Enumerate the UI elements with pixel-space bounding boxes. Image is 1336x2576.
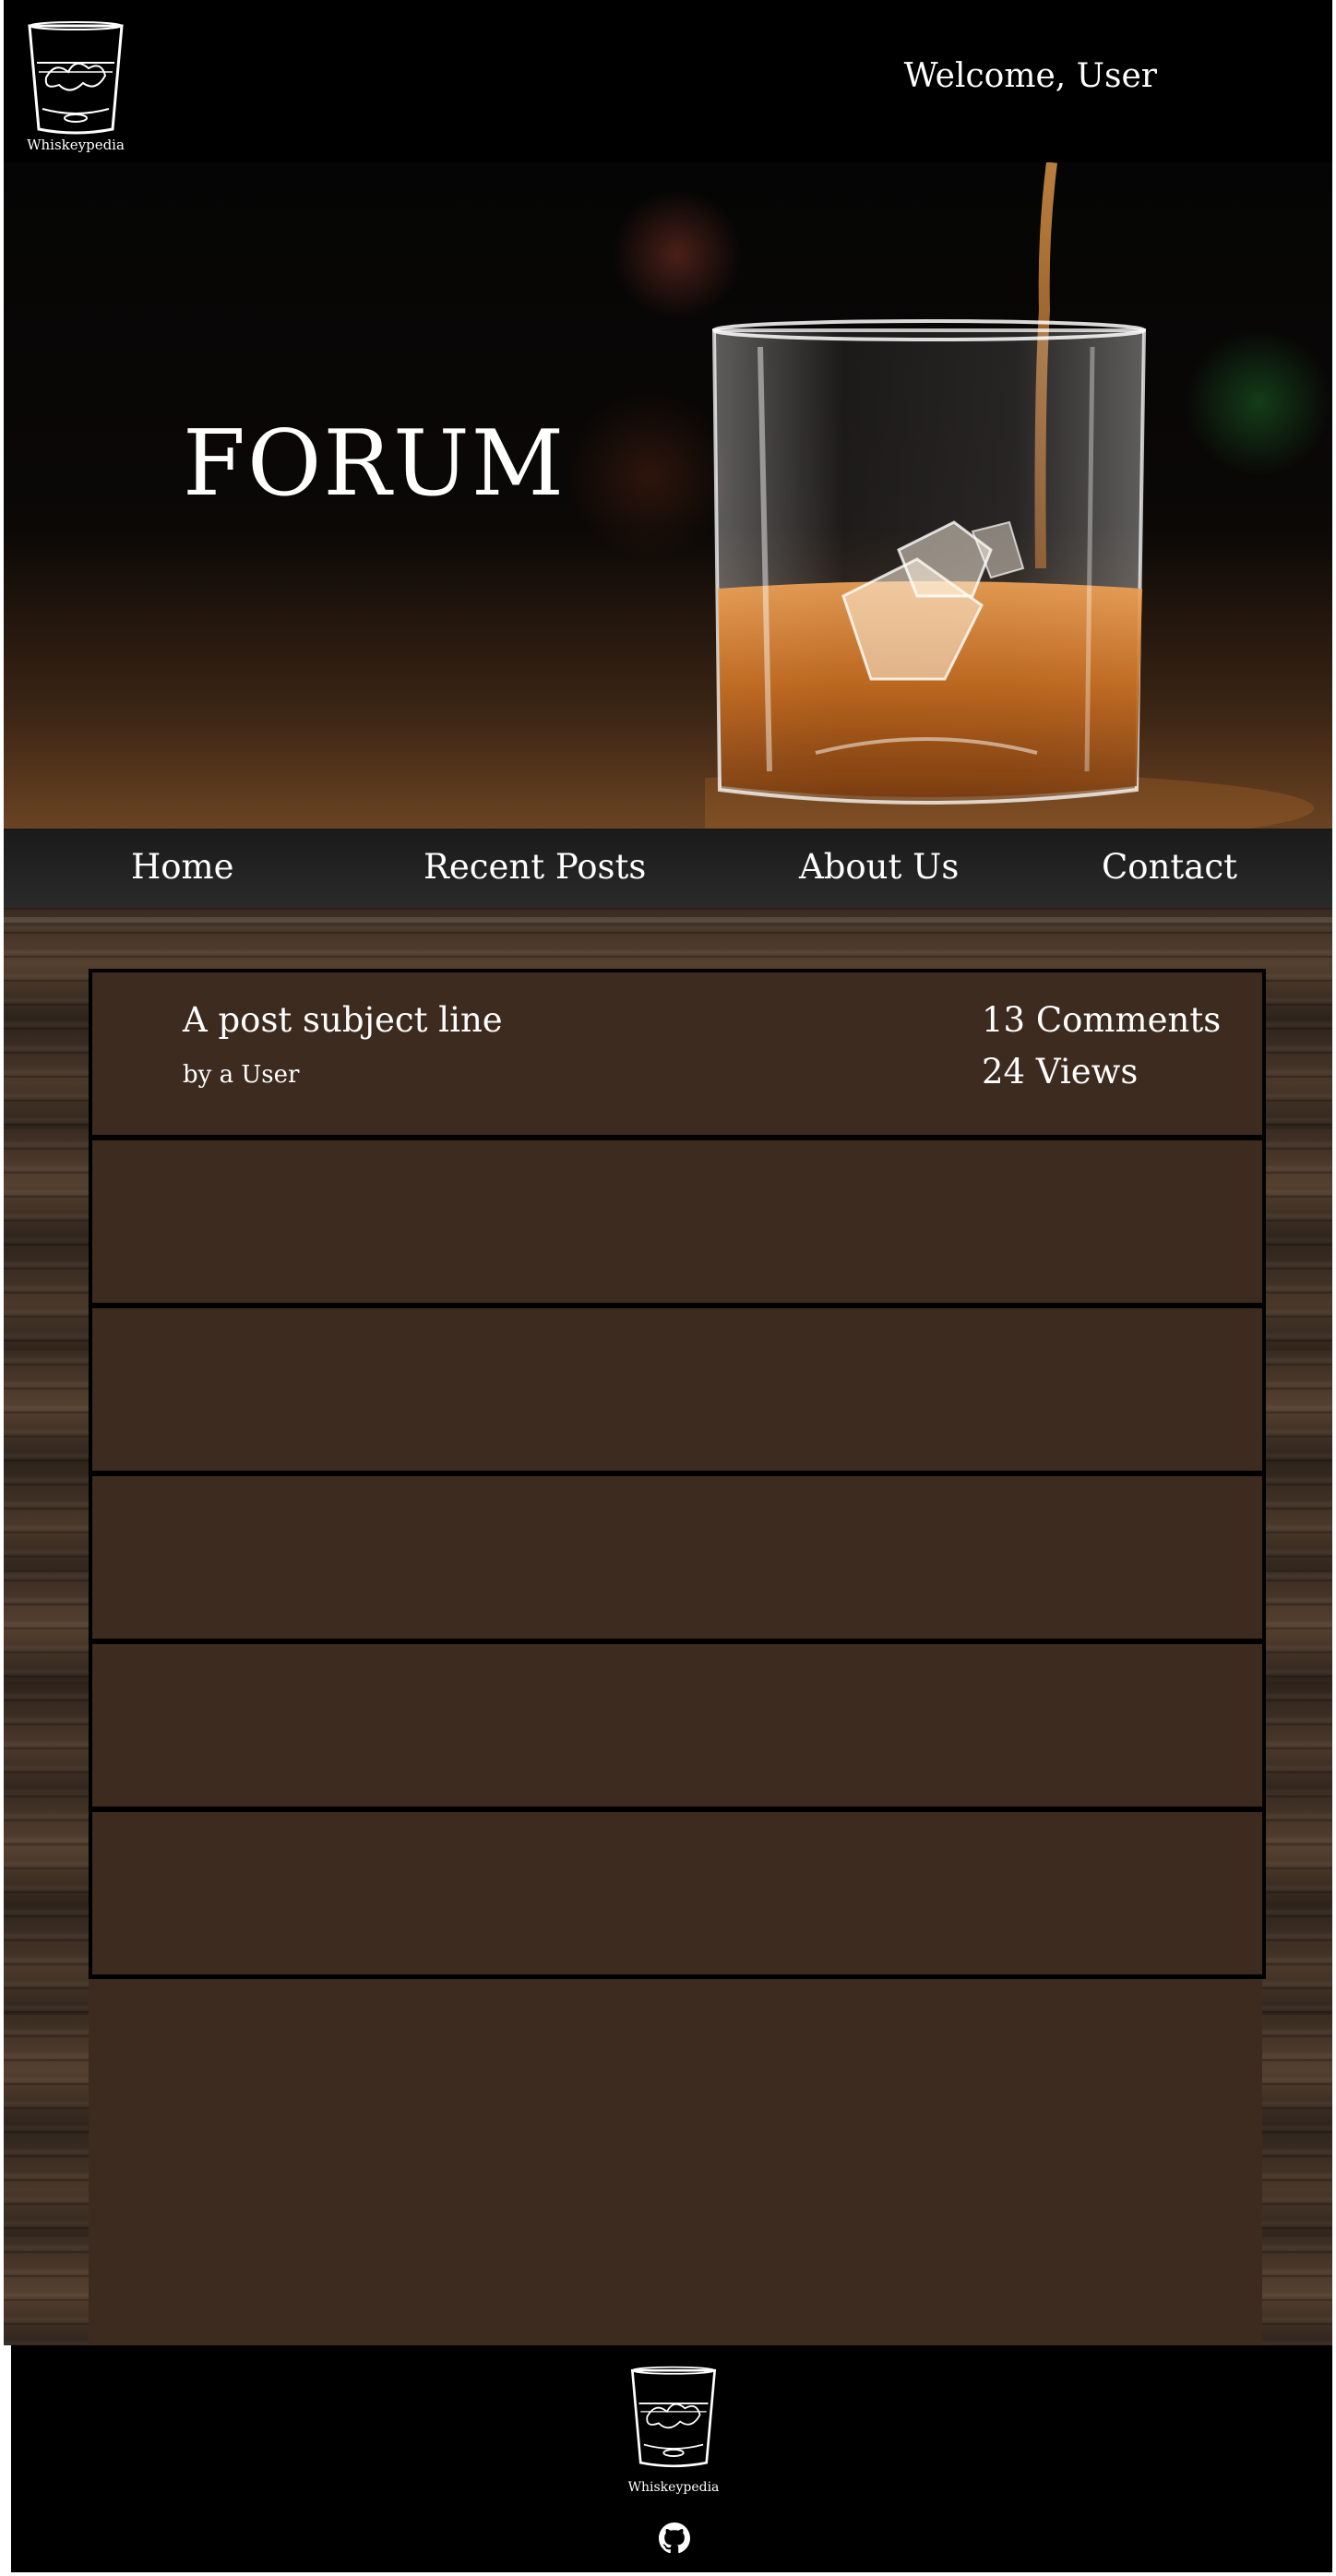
nav-recent-posts[interactable]: Recent Posts (423, 847, 646, 887)
post-subject[interactable]: A post subject line (183, 1000, 503, 1040)
nav-contact[interactable]: Contact (1102, 847, 1237, 887)
post-row-empty[interactable] (89, 1305, 1266, 1475)
post-row-empty[interactable] (89, 1473, 1266, 1643)
post-comments-count: 13 Comments (982, 1000, 1222, 1040)
post-author: by a User (183, 1061, 300, 1089)
page-title: FORUM (183, 411, 567, 517)
welcome-message: Welcome, User (903, 57, 1157, 95)
site-logo[interactable]: Whiskeypedia (24, 20, 127, 159)
posts-list: A post subject line by a User 13 Comment… (89, 969, 1266, 2345)
site-header: Whiskeypedia Welcome, User (4, 0, 1332, 162)
logo-text: Whiskeypedia (27, 137, 125, 153)
glass-logo-icon (28, 21, 124, 135)
github-icon[interactable] (659, 2522, 690, 2554)
nav-about-us[interactable]: About Us (799, 847, 959, 887)
glass-logo-icon (630, 2366, 717, 2468)
nav-home[interactable]: Home (131, 847, 234, 887)
wood-divider (4, 917, 1332, 923)
hero-banner: FORUM (4, 162, 1332, 829)
whiskey-glass-image (705, 162, 1314, 829)
post-row-empty[interactable] (89, 1137, 1266, 1307)
post-row[interactable]: A post subject line by a User 13 Comment… (89, 969, 1266, 1139)
main-nav: Home Recent Posts About Us Contact (4, 829, 1332, 908)
footer-logo-text: Whiskeypedia (627, 2480, 720, 2495)
site-footer: Whiskeypedia (11, 2345, 1332, 2572)
page: Whiskeypedia Welcome, User FORUM Home Re… (0, 0, 1336, 2576)
post-views-count: 24 Views (982, 1052, 1139, 1091)
post-row-empty[interactable] (89, 1640, 1266, 1811)
footer-logo[interactable]: Whiskeypedia (627, 2364, 720, 2495)
post-row-empty[interactable] (89, 1808, 1266, 1979)
